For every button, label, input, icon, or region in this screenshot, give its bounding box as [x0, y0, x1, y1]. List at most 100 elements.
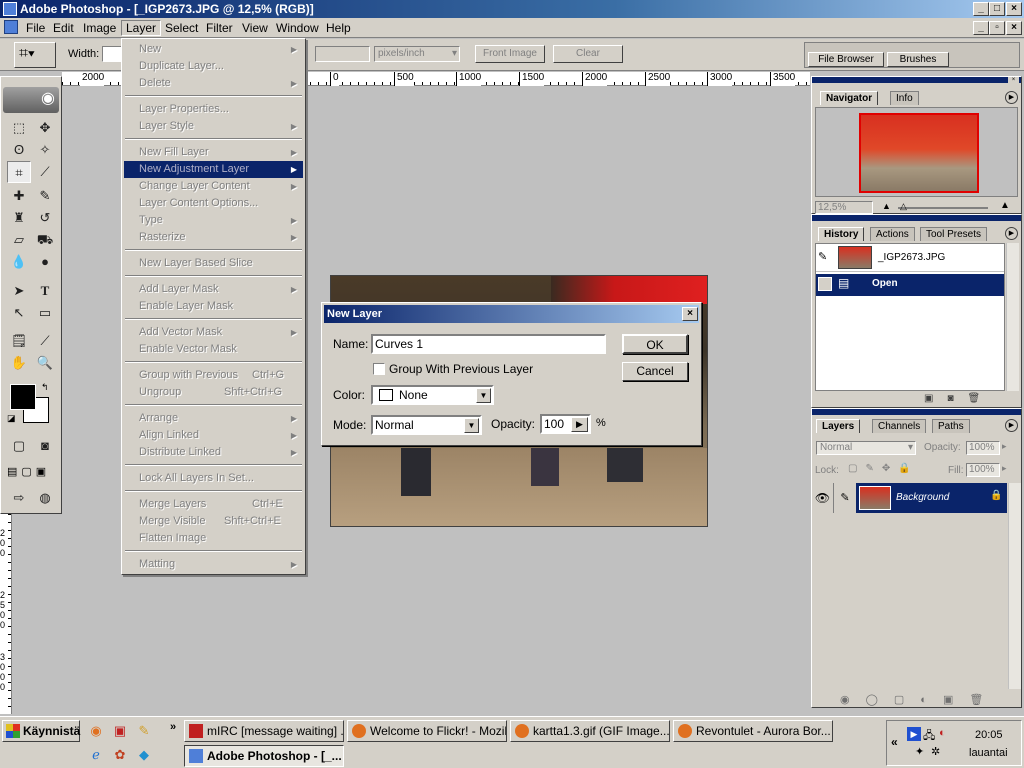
menu-window[interactable]: Window	[272, 20, 323, 36]
history-footer-icons[interactable]: ▣◙🗑	[924, 393, 994, 404]
palette-title-strip[interactable]	[812, 77, 1021, 83]
media-tray-icon[interactable]: ▶	[907, 727, 921, 741]
menu-item-arrange[interactable]: Arrange ▶	[124, 410, 303, 427]
tray-icon[interactable]: ✦	[915, 745, 924, 758]
eyedropper-icon[interactable]: ⟋	[33, 330, 57, 352]
menu-item-type[interactable]: Type ▶	[124, 212, 303, 229]
menu-item-layer-content-options[interactable]: Layer Content Options...	[124, 195, 303, 212]
front-image-button[interactable]: Front Image	[475, 45, 545, 63]
volume-tray-icon[interactable]: ◐	[939, 727, 946, 739]
menu-item-enable-vector-mask[interactable]: Enable Vector Mask	[124, 341, 303, 358]
doc-restore-button[interactable]: ▫	[989, 21, 1005, 35]
menu-item-add-layer-mask[interactable]: Add Layer Mask ▶	[124, 281, 303, 298]
menu-item-lock-all-layers[interactable]: Lock All Layers In Set...	[124, 470, 303, 487]
firefox-quicklaunch-icon[interactable]: ◉	[88, 723, 104, 739]
brushes-tab[interactable]: Brushes	[887, 52, 949, 67]
color-select[interactable]: None ▼	[371, 385, 494, 405]
task-mirc[interactable]: mIRC [message waiting] ...	[184, 720, 344, 742]
menu-item-rasterize[interactable]: Rasterize ▶	[124, 229, 303, 246]
zoom-slider-thumb[interactable]: △	[900, 201, 907, 212]
tab-actions[interactable]: Actions	[870, 227, 915, 241]
lasso-tool-icon[interactable]: ʘ	[7, 139, 31, 161]
doc-close-button[interactable]: ×	[1006, 21, 1022, 35]
ok-button[interactable]: OK	[622, 334, 688, 354]
menu-item-layer-properties[interactable]: Layer Properties...	[124, 101, 303, 118]
group-with-previous-checkbox[interactable]	[373, 363, 385, 375]
menu-item-new[interactable]: New ▶	[124, 41, 303, 58]
slice-tool-icon[interactable]: ⟋	[33, 161, 57, 183]
quicklaunch-icon[interactable]: ✎	[136, 723, 152, 739]
ie-quicklaunch-icon[interactable]: ℯ	[88, 747, 104, 763]
shape-tool-icon[interactable]: ▭	[33, 302, 57, 324]
opacity-slider-arrow-icon[interactable]: ▶	[571, 417, 588, 432]
layer-row-background[interactable]: 👁 ✎ Background 🔒	[812, 483, 1007, 513]
palette-menu-icon[interactable]: ▶	[1005, 419, 1018, 432]
standard-mode-icon[interactable]: ▢	[7, 435, 31, 457]
layer-fill-input[interactable]: 100%	[966, 463, 1000, 477]
doc-minimize-button[interactable]: _	[973, 21, 989, 35]
zoom-in-icon[interactable]: ▲	[1000, 200, 1010, 211]
quicklaunch-icon[interactable]: ✿	[112, 747, 128, 763]
move-tool-icon[interactable]: ✥	[33, 117, 57, 139]
navigator-preview[interactable]	[815, 107, 1018, 197]
menu-item-delete[interactable]: Delete ▶	[124, 75, 303, 92]
task-photoshop[interactable]: Adobe Photoshop - [_...	[184, 745, 344, 767]
layer-visibility-eye-icon[interactable]: 👁	[812, 483, 834, 513]
blur-tool-icon[interactable]: 💧	[7, 251, 31, 273]
tab-history[interactable]: History	[818, 227, 865, 241]
swap-colors-icon[interactable]: ↰	[41, 382, 49, 393]
tab-layers[interactable]: Layers	[816, 419, 861, 433]
window-title-bar[interactable]: Adobe Photoshop - [_IGP2673.JPG @ 12,5% …	[0, 0, 1024, 18]
history-step-brush-box[interactable]	[818, 277, 832, 291]
opacity-arrow-icon[interactable]: ▸	[1002, 441, 1007, 452]
layers-scrollbar[interactable]	[1008, 483, 1021, 689]
menu-filter[interactable]: Filter	[202, 20, 237, 36]
history-brush-icon[interactable]: ↺	[33, 207, 57, 229]
type-tool-icon[interactable]: T	[33, 280, 57, 302]
menu-item-ungroup[interactable]: Ungroup Shft+Ctrl+G	[124, 384, 303, 401]
menu-item-duplicate-layer[interactable]: Duplicate Layer...	[124, 58, 303, 75]
menu-image[interactable]: Image	[79, 20, 120, 36]
menu-item-change-layer-content[interactable]: Change Layer Content ▶	[124, 178, 303, 195]
maximize-button[interactable]: □	[989, 2, 1005, 16]
menu-edit[interactable]: Edit	[49, 20, 78, 36]
history-brush-source-icon[interactable]: ✎	[818, 250, 827, 263]
close-button[interactable]: ×	[1006, 2, 1022, 16]
network-tray-icon[interactable]: 🖧	[923, 727, 935, 746]
tray-icon[interactable]: ✲	[931, 745, 940, 758]
clone-stamp-icon[interactable]: ♜	[7, 207, 31, 229]
task-kartta[interactable]: kartta1.3.gif (GIF Image...	[510, 720, 670, 742]
layers-footer-icons[interactable]: ◉◯▢◐▣🗑	[840, 693, 999, 706]
history-step-row[interactable]: ▤ Open	[816, 274, 1004, 296]
menu-item-matting[interactable]: Matting ▶	[124, 556, 303, 573]
crop-tool-icon[interactable]: ⌗	[7, 161, 31, 183]
path-selection-icon[interactable]: ➤	[7, 280, 31, 302]
magic-wand-icon[interactable]: ✧	[33, 139, 57, 161]
file-browser-tab[interactable]: File Browser	[808, 52, 884, 67]
jump-to-imageready-icon[interactable]: ⇨	[7, 487, 31, 509]
history-snapshot-row[interactable]: ✎ _IGP2673.JPG	[816, 244, 1004, 272]
menu-item-new-fill-layer[interactable]: New Fill Layer ▶	[124, 144, 303, 161]
brush-tool-icon[interactable]: ✎	[33, 185, 57, 207]
task-flickr[interactable]: Welcome to Flickr! - Mozil...	[347, 720, 507, 742]
menu-item-group-with-previous[interactable]: Group with Previous Ctrl+G	[124, 367, 303, 384]
layer-name-input[interactable]: Curves 1	[371, 334, 606, 354]
navigator-view-box[interactable]	[859, 113, 979, 193]
layer-paint-brush-icon[interactable]: ✎	[834, 483, 856, 513]
palette-close-icon[interactable]: ×	[1008, 77, 1019, 83]
zoom-slider[interactable]	[898, 207, 988, 209]
history-scrollbar[interactable]	[1006, 243, 1019, 391]
tab-channels[interactable]: Channels	[872, 419, 927, 433]
tab-navigator[interactable]: Navigator	[820, 91, 879, 105]
zoom-tool-icon[interactable]: 🔍	[33, 352, 57, 374]
clock-time[interactable]: 20:05	[975, 729, 1003, 741]
menu-item-new-adjustment-layer[interactable]: New Adjustment Layer ▶	[124, 161, 303, 178]
menu-file[interactable]: File	[22, 20, 49, 36]
menu-item-add-vector-mask[interactable]: Add Vector Mask ▶	[124, 324, 303, 341]
opacity-input[interactable]: 100 ▶	[540, 414, 591, 434]
layer-opacity-input[interactable]: 100%	[966, 441, 1000, 455]
mode-select[interactable]: Normal ▼	[371, 415, 482, 435]
menu-layer[interactable]: Layer	[121, 20, 162, 36]
palette-title-strip[interactable]	[812, 409, 1021, 415]
menu-select[interactable]: Select	[161, 20, 202, 36]
